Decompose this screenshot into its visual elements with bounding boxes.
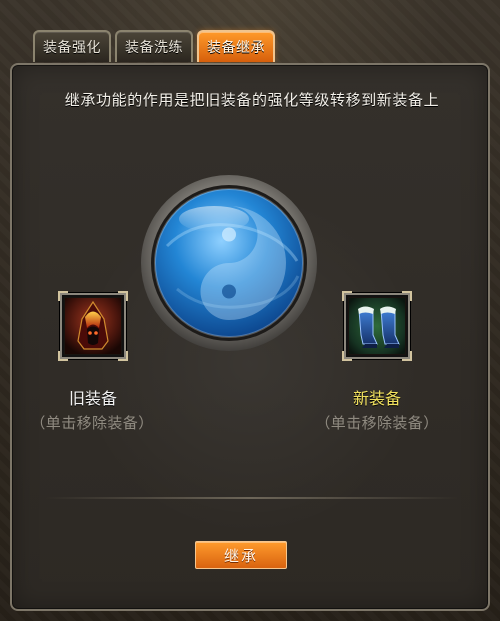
flaming-hood-icon — [65, 298, 121, 354]
blue-boots-icon — [349, 298, 405, 354]
tab-bar: 装备强化 装备洗练 装备继承 — [33, 30, 275, 63]
tab-inherit[interactable]: 装备继承 — [197, 30, 275, 62]
yin-yang-orb-icon — [141, 175, 317, 351]
old-equipment-hint: （单击移除装备） — [30, 414, 154, 432]
feature-description: 继承功能的作用是把旧装备的强化等级转移到新装备上 — [64, 91, 440, 109]
inheritance-window: 装备强化 装备洗练 装备继承 继承功能的作用是把旧装备的强化等级转移到新装备上 — [0, 0, 500, 621]
new-equipment-slot[interactable] — [342, 291, 412, 361]
old-equipment-slot[interactable] — [58, 291, 128, 361]
new-equipment-label: 新装备 — [352, 389, 401, 408]
inherit-button[interactable]: 继承 — [195, 541, 287, 569]
tab-enhance[interactable]: 装备强化 — [33, 30, 111, 62]
panel-divider — [46, 497, 458, 499]
tab-refine[interactable]: 装备洗练 — [115, 30, 193, 62]
new-equipment-hint: （单击移除装备） — [315, 414, 439, 432]
old-equipment-label: 旧装备 — [68, 389, 117, 408]
